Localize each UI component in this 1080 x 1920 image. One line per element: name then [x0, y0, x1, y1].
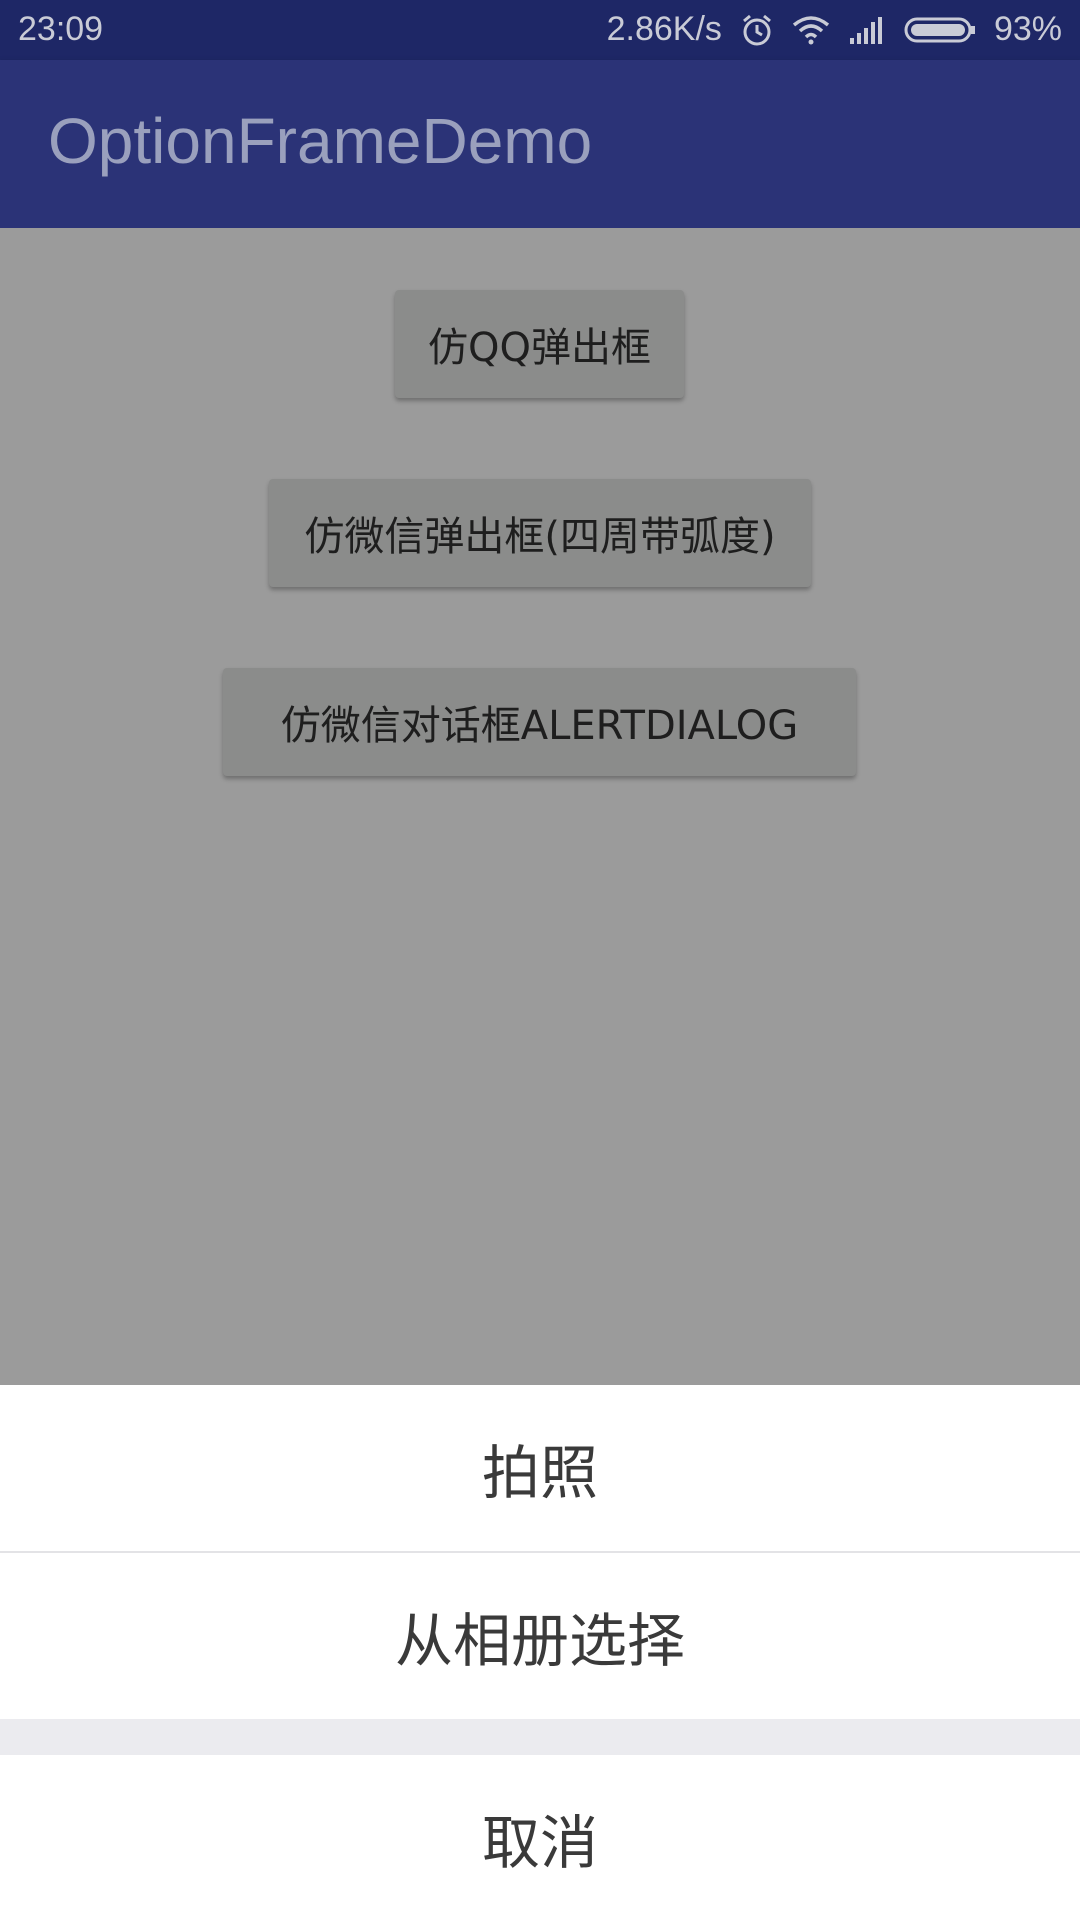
alarm-icon: [740, 13, 774, 47]
page-title: OptionFrameDemo: [48, 105, 593, 177]
app-bar: OptionFrameDemo: [0, 60, 1080, 228]
action-sheet: 拍照 从相册选择 取消: [0, 1385, 1080, 1920]
qq-popup-button[interactable]: 仿QQ弹出框: [395, 290, 684, 398]
signal-icon: [848, 16, 886, 44]
wifi-icon: [792, 15, 830, 45]
wechat-popup-button[interactable]: 仿微信弹出框(四周带弧度): [269, 479, 811, 587]
network-speed: 2.86K/s: [606, 10, 722, 48]
status-icons: 2.86K/s 93%: [607, 10, 1062, 49]
choose-from-album-option[interactable]: 从相册选择: [0, 1553, 1080, 1719]
wechat-alertdialog-button[interactable]: 仿微信对话框ALERTDIALOG: [223, 668, 856, 776]
battery-percent: 93%: [993, 10, 1062, 48]
main-content: 仿QQ弹出框 仿微信弹出框(四周带弧度) 仿微信对话框ALERTDIALOG: [0, 228, 1080, 1385]
take-photo-option[interactable]: 拍照: [0, 1385, 1080, 1551]
cancel-button[interactable]: 取消: [0, 1755, 1080, 1920]
status-time: 23:09: [18, 10, 104, 48]
status-bar: 23:09 2.86K/s 93%: [0, 0, 1080, 60]
battery-icon: [904, 16, 976, 44]
